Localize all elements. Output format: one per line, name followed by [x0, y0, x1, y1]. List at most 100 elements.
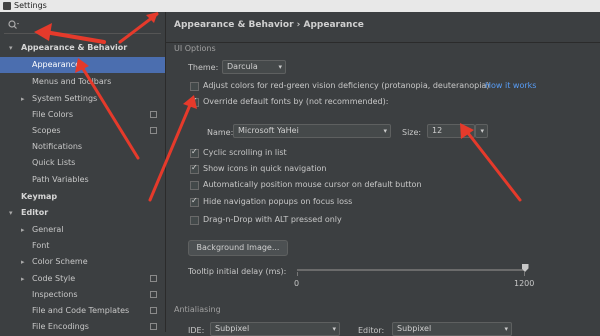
sidebar-item-file-code-templates[interactable]: File and Code Templates: [0, 303, 165, 319]
chevron-right-icon: ▸: [21, 226, 25, 234]
auto-position-label: Automatically position mouse cursor on d…: [203, 180, 422, 189]
font-size-value: 12: [432, 126, 443, 135]
slider-tick: [524, 272, 525, 276]
override-fonts-label: Override default fonts by (not recommend…: [203, 97, 389, 106]
sidebar-item-inspections[interactable]: Inspections: [0, 287, 165, 303]
sidebar-item-color-scheme[interactable]: ▸ Color Scheme: [0, 254, 165, 270]
sidebar-item-label: Font: [32, 241, 50, 250]
sidebar-item-label: Code Style: [32, 274, 76, 283]
sidebar-item-path-variables[interactable]: Path Variables: [0, 172, 165, 188]
font-name-select[interactable]: Microsoft YaHei ▾: [233, 124, 391, 138]
antialiasing-title: Antialiasing: [174, 305, 221, 314]
sidebar-item-file-encodings[interactable]: File Encodings: [0, 319, 165, 335]
slider-max-label: 1200: [514, 279, 535, 288]
search-icon: [8, 20, 19, 29]
sidebar-item-code-style[interactable]: ▸ Code Style: [0, 271, 165, 287]
sidebar-item-quick-lists[interactable]: Quick Lists: [0, 155, 165, 171]
sidebar-item-editor[interactable]: ▾ Editor: [0, 205, 165, 221]
font-name-value: Microsoft YaHei: [238, 126, 299, 135]
chevron-down-icon: ▾: [383, 127, 387, 135]
sidebar-item-label: Inspections: [32, 290, 78, 299]
chevron-right-icon: ▸: [21, 95, 25, 103]
font-size-dropdown-button[interactable]: ▾: [475, 124, 488, 138]
auto-position-checkbox[interactable]: [190, 181, 199, 190]
chevron-down-icon: ▾: [278, 63, 282, 71]
window-title: Settings: [14, 1, 47, 10]
sidebar-item-appearance[interactable]: Appearance: [0, 57, 165, 73]
sidebar-item-keymap[interactable]: Keymap: [0, 189, 165, 205]
chevron-down-icon: ▾: [504, 325, 508, 333]
theme-value: Darcula: [227, 62, 258, 71]
app-icon: [3, 2, 11, 10]
slider-tick: [297, 272, 298, 276]
sidebar-item-system-settings[interactable]: ▸ System Settings: [0, 91, 165, 107]
chevron-down-icon: ▾: [9, 209, 13, 217]
background-image-button[interactable]: Background Image...: [188, 240, 288, 256]
font-size-label: Size:: [402, 128, 422, 137]
sidebar-item-scopes[interactable]: Scopes: [0, 123, 165, 139]
sidebar-item-label: Menus and Toolbars: [32, 77, 112, 86]
theme-label: Theme:: [188, 63, 219, 72]
sidebar-item-label: Appearance & Behavior: [21, 43, 128, 52]
sidebar-item-label: Path Variables: [32, 175, 89, 184]
sidebar-item-label: Appearance: [32, 60, 81, 69]
header-divider: [166, 42, 600, 43]
project-config-icon: [150, 291, 157, 298]
ide-antialiasing-select[interactable]: Subpixel ▾: [210, 322, 340, 336]
show-icons-label: Show icons in quick navigation: [203, 164, 327, 173]
font-size-input[interactable]: 12: [427, 124, 475, 138]
sidebar-item-label: Quick Lists: [32, 158, 76, 167]
cyclic-scrolling-label: Cyclic scrolling in list: [203, 148, 287, 157]
sidebar-item-label: Scopes: [32, 126, 61, 135]
how-it-works-link[interactable]: How it works: [485, 81, 536, 90]
cyclic-scrolling-checkbox[interactable]: [190, 147, 199, 158]
sidebar-item-menus-toolbars[interactable]: Menus and Toolbars: [0, 74, 165, 90]
sidebar-item-label: General: [32, 225, 64, 234]
drag-drop-checkbox[interactable]: [190, 216, 199, 225]
sidebar-item-general[interactable]: ▸ General: [0, 222, 165, 238]
ide-antialiasing-label: IDE:: [188, 326, 205, 335]
sidebar-item-label: Editor: [21, 208, 49, 217]
sidebar-item-label: File Colors: [32, 110, 73, 119]
project-config-icon: [150, 275, 157, 282]
hide-popups-checkbox[interactable]: [190, 196, 199, 207]
breadcrumb: Appearance & Behavior › Appearance: [174, 20, 364, 30]
override-fonts-checkbox[interactable]: [190, 96, 199, 107]
sidebar-item-label: File and Code Templates: [32, 306, 130, 315]
ui-options-title: UI Options: [174, 44, 216, 53]
project-config-icon: [150, 111, 157, 118]
show-icons-checkbox[interactable]: [190, 163, 199, 174]
sidebar-item-font[interactable]: Font: [0, 238, 165, 254]
font-name-label: Name:: [207, 128, 234, 137]
adjust-colors-checkbox[interactable]: [190, 82, 199, 91]
chevron-down-icon: ▾: [9, 44, 13, 52]
sidebar-item-appearance-behavior[interactable]: ▾ Appearance & Behavior: [0, 40, 165, 56]
sidebar-item-label: Color Scheme: [32, 257, 88, 266]
slider-min-label: 0: [294, 279, 300, 288]
sidebar-item-file-colors[interactable]: File Colors: [0, 107, 165, 123]
settings-sidebar: ▾ Appearance & Behavior Appearance Menus…: [0, 12, 166, 332]
title-bar: Settings: [0, 0, 600, 12]
chevron-right-icon: ▸: [21, 258, 25, 266]
theme-select[interactable]: Darcula ▾: [222, 60, 286, 74]
tooltip-delay-label: Tooltip initial delay (ms):: [188, 267, 287, 276]
tooltip-delay-slider[interactable]: [297, 269, 525, 271]
search-input[interactable]: [4, 17, 161, 34]
chevron-down-icon: ▾: [480, 127, 484, 135]
editor-antialiasing-label: Editor:: [358, 326, 385, 335]
sidebar-item-notifications[interactable]: Notifications: [0, 139, 165, 155]
project-config-icon: [150, 307, 157, 314]
text-cursor-icon: [462, 126, 464, 136]
chevron-down-icon: ▾: [332, 325, 336, 333]
project-config-icon: [150, 323, 157, 330]
adjust-colors-label: Adjust colors for red-green vision defic…: [203, 81, 490, 90]
project-config-icon: [150, 127, 157, 134]
sidebar-item-label: Keymap: [21, 192, 58, 201]
drag-drop-label: Drag-n-Drop with ALT pressed only: [203, 215, 342, 224]
settings-main-panel: Appearance & Behavior › Appearance UI Op…: [166, 12, 600, 336]
sidebar-item-label: Notifications: [32, 142, 83, 151]
editor-antialiasing-select[interactable]: Subpixel ▾: [392, 322, 512, 336]
sidebar-item-label: System Settings: [32, 94, 98, 103]
hide-popups-label: Hide navigation popups on focus loss: [203, 197, 353, 206]
sidebar-item-label: File Encodings: [32, 322, 89, 331]
